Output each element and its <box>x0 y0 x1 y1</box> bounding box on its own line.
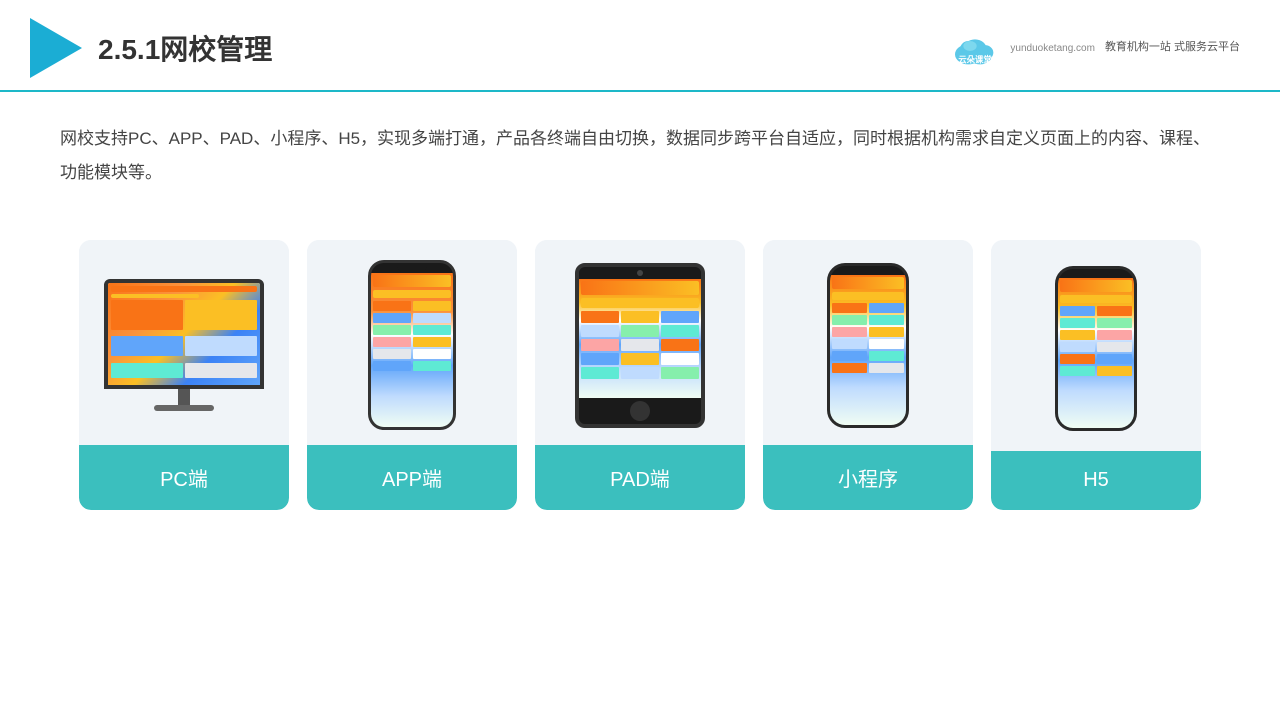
pc-monitor-icon <box>104 279 264 411</box>
app-label: APP端 <box>307 445 517 510</box>
page-title: 2.5.1网校管理 <box>98 28 272 68</box>
h5-label: H5 <box>991 451 1201 510</box>
pad-image-area <box>535 240 745 445</box>
cloud-icon: 云朵课堂 <box>950 31 1000 66</box>
pc-card: PC端 <box>79 240 289 510</box>
svg-text:云朵课堂: 云朵课堂 <box>959 54 992 64</box>
brand-logo: 云朵课堂 <box>950 31 1000 66</box>
header-left: 2.5.1网校管理 <box>30 18 272 78</box>
brand-url: yunduoketang.com <box>1010 43 1095 54</box>
app-phone-icon <box>368 260 456 430</box>
pad-label: PAD端 <box>535 445 745 510</box>
header-right: 云朵课堂 yunduoketang.com 教育机构一站 式服务云平台 <box>950 31 1240 66</box>
miniapp-card: 小程序 <box>763 240 973 510</box>
miniapp-phone-icon <box>827 263 909 428</box>
app-card: APP端 <box>307 240 517 510</box>
h5-image-area <box>991 240 1201 451</box>
miniapp-image-area <box>763 240 973 445</box>
pad-card: PAD端 <box>535 240 745 510</box>
logo-triangle-icon <box>30 18 82 78</box>
miniapp-label: 小程序 <box>763 445 973 510</box>
pad-tablet-icon <box>575 263 705 428</box>
cards-container: PC端 <box>0 220 1280 530</box>
pc-image-area <box>79 240 289 445</box>
pc-label: PC端 <box>79 445 289 510</box>
app-image-area <box>307 240 517 445</box>
brand-slogan: 教育机构一站 式服务云平台 <box>1105 40 1240 55</box>
description-text: 网校支持PC、APP、PAD、小程序、H5，实现多端打通，产品各终端自由切换，数… <box>0 92 1280 210</box>
h5-card: H5 <box>991 240 1201 510</box>
header: 2.5.1网校管理 云朵课堂 yunduoketang.com 教育机构一站 式… <box>0 0 1280 92</box>
brand-text-block: yunduoketang.com <box>1010 43 1095 54</box>
h5-phone-icon <box>1055 266 1137 431</box>
